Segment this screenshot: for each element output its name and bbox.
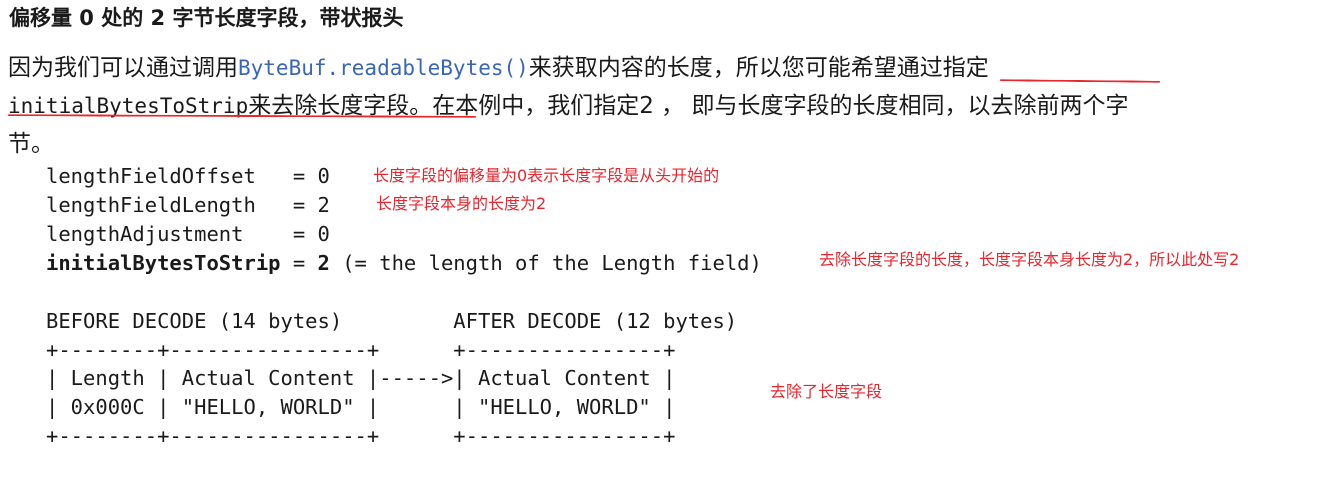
param-length-adjustment: lengthAdjustment = 0 <box>46 222 330 246</box>
diagram-header: BEFORE DECODE (14 bytes) AFTER DECODE (1… <box>46 309 738 333</box>
param-length-field-offset: lengthFieldOffset = 0 <box>46 164 330 188</box>
paragraph-text: 在本例中，我们指定2 ， 即与长度字段的长度相同，以去除前两个字 <box>432 93 1129 119</box>
paragraph-text-underlined: 望通过指定 <box>873 55 989 81</box>
inline-code-readable-bytes: ByteBuf.readableBytes() <box>238 56 529 80</box>
diagram-border-bottom: +--------+----------------+ +-----------… <box>46 424 676 448</box>
annotation-note: 去除了长度字段 <box>770 382 883 401</box>
document-page: 偏移量 0 处的 2 字节长度字段，带状报头 因为我们可以通过调用ByteBuf… <box>0 0 1322 481</box>
paragraph-text: 来获取内容的长度，所以您可能希 <box>528 55 874 81</box>
annotation-note: 长度字段的偏移量为0表示长度字段是从头开始的 <box>373 166 720 185</box>
param-equals: = <box>280 251 318 275</box>
param-value: 2 <box>317 251 330 275</box>
paragraph-line-2: initialBytesToStrip来去除长度字段。在本例中，我们指定2 ， … <box>8 87 1318 125</box>
paragraph-text: 因为我们可以通过调用 <box>8 55 238 81</box>
diagram-row-values: | 0x000C | "HELLO, WORLD" | | "HELLO, WO… <box>46 395 676 419</box>
param-initial-bytes-to-strip: initialBytesToStrip = 2 (= the length of… <box>46 249 762 278</box>
paragraph-line-3: 节。 <box>8 131 54 157</box>
section-heading: 偏移量 0 处的 2 字节长度字段，带状报头 <box>9 6 404 30</box>
param-length-field-length: lengthFieldLength = 2 <box>46 193 330 217</box>
diagram-border-top: +--------+----------------+ +-----------… <box>46 338 676 362</box>
param-name: initialBytesToStrip <box>46 251 281 275</box>
annotation-note: 去除长度字段的长度，长度字段本身长度为2，所以此处写2 <box>819 250 1240 269</box>
annotation-note: 长度字段本身的长度为2 <box>376 194 547 213</box>
description-paragraph: 因为我们可以通过调用ByteBuf.readableBytes()来获取内容的长… <box>8 49 1318 163</box>
diagram-row-labels: | Length | Actual Content |----->| Actua… <box>46 366 676 390</box>
param-comment: (= the length of the Length field) <box>329 251 762 275</box>
